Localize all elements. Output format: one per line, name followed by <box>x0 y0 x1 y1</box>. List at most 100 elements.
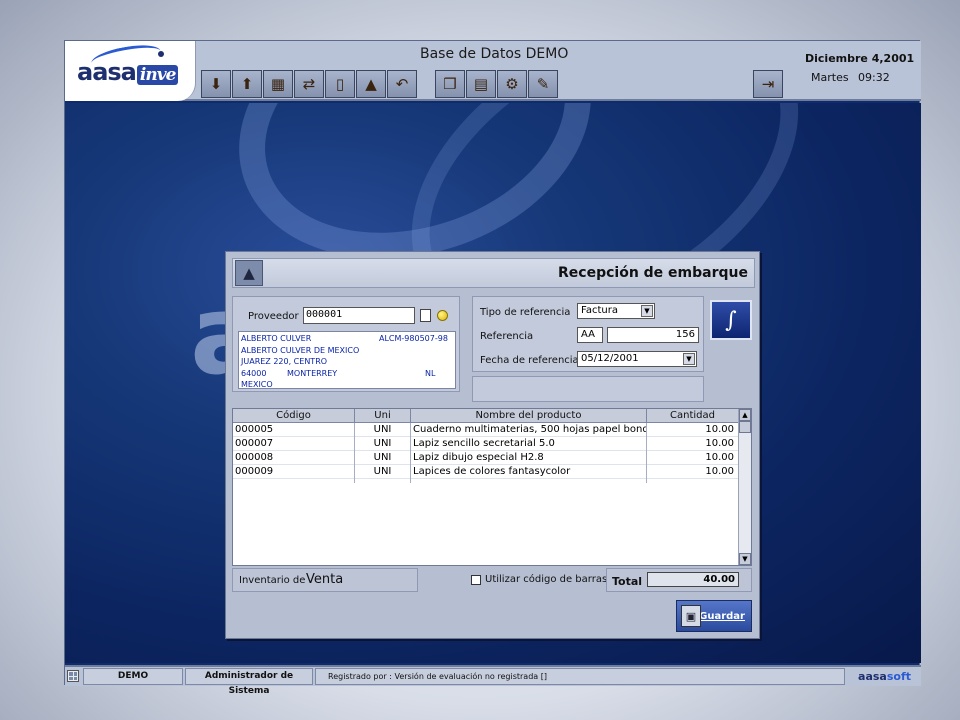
supplier-street: JUAREZ 220, CENTRO <box>241 357 328 367</box>
barcode-checkbox[interactable] <box>471 574 481 585</box>
reference-prefix-input[interactable]: AA <box>577 327 603 343</box>
save-button[interactable]: ▣ Guardar <box>676 600 752 632</box>
reference-date-picker[interactable]: 05/12/2001 ▼ <box>577 351 697 367</box>
cell-code[interactable]: 000007 <box>233 437 355 451</box>
total-box: Total 40.00 <box>606 568 752 592</box>
toolbar-button-pyramid[interactable]: ▲ <box>356 70 386 98</box>
cell-unit[interactable]: UNI <box>355 423 411 437</box>
cell-name[interactable]: Lapices de colores fantasycolor <box>411 465 647 479</box>
column-header-unit[interactable]: Uni <box>355 409 411 423</box>
toolbar: ⬇ ⬆ ▦ ⇄ ▯ ▲ ↶ ❒ ▤ ⚙ ✎ <box>201 70 558 98</box>
scroll-thumb[interactable] <box>739 421 751 433</box>
inventory-box: Inventario de Venta <box>232 568 418 592</box>
column-header-code[interactable]: Código <box>233 409 355 423</box>
reference-number-input[interactable]: 156 <box>607 327 699 343</box>
dialog-title: Recepción de embarque <box>558 265 748 281</box>
cell-code[interactable]: 000005 <box>233 423 355 437</box>
status-user: Administrador de Sistema <box>185 668 313 696</box>
grid-scrollbar[interactable]: ▲ ▼ <box>738 409 751 565</box>
reference-info-panel <box>472 376 704 402</box>
scroll-down-icon[interactable]: ▼ <box>739 553 751 565</box>
scroll-up-icon[interactable]: ▲ <box>739 409 751 421</box>
products-grid: Código Uni Nombre del producto Cantidad … <box>232 408 752 566</box>
cell-unit[interactable]: UNI <box>355 451 411 465</box>
column-header-quantity[interactable]: Cantidad <box>647 409 739 423</box>
current-date: Diciembre 4,2001 <box>805 52 915 65</box>
signature-button[interactable]: ∫ <box>710 300 752 340</box>
toolbar-button-catalog[interactable]: ▤ <box>466 70 496 98</box>
box-up-icon: ⬆ <box>240 75 254 93</box>
exit-button[interactable]: ⇥ <box>753 70 783 98</box>
barcode-option[interactable]: Utilizar código de barras <box>471 574 607 585</box>
supplier-label: Proveedor <box>248 311 299 322</box>
supplier-lookup-button[interactable] <box>420 309 431 322</box>
cell-quantity[interactable]: 10.00 <box>647 423 739 437</box>
current-time: 09:32 <box>858 71 890 84</box>
supplier-name: ALBERTO CULVER <box>241 334 312 343</box>
cell-quantity[interactable]: 10.00 <box>647 437 739 451</box>
logo-dot <box>158 51 164 57</box>
toolbar-button-document[interactable]: ▯ <box>325 70 355 98</box>
table-row[interactable]: 000007 UNI Lapiz sencillo secretarial 5.0 1… <box>233 437 739 451</box>
tools-icon: ✎ <box>536 75 550 93</box>
supplier-input[interactable]: 000001 <box>303 307 415 324</box>
books-icon: ❒ <box>443 75 457 93</box>
current-day: Martes <box>811 71 849 84</box>
supplier-rfc: ALCM-980507-98 <box>379 334 448 343</box>
toolbar-button-transfer[interactable]: ⇄ <box>294 70 324 98</box>
grid-header: Código Uni Nombre del producto Cantidad <box>233 409 739 423</box>
toolbar-button-boxes[interactable]: ▦ <box>263 70 293 98</box>
grid-menu-icon[interactable] <box>67 670 79 682</box>
supplier-city: MONTERREY <box>287 368 338 378</box>
toolbar-button-box-up[interactable]: ⬆ <box>232 70 262 98</box>
shipment-reception-dialog: ▲ Recepción de embarque Proveedor 000001… <box>225 251 760 639</box>
cell-unit[interactable]: UNI <box>355 465 411 479</box>
document-icon: ▯ <box>335 75 345 93</box>
table-row[interactable]: 000005 UNI Cuaderno multimaterias, 500 hoj… <box>233 423 739 437</box>
status-bar: DEMO Administrador de Sistema Registrado… <box>65 665 921 696</box>
reference-date-label: Fecha de referencia <box>480 355 579 366</box>
supplier-panel: Proveedor 000001 ALBERTO CULVER ALCM-9805… <box>232 296 460 392</box>
cell-code[interactable]: 000008 <box>233 451 355 465</box>
column-header-name[interactable]: Nombre del producto <box>411 409 647 423</box>
reference-date-value: 05/12/2001 <box>581 353 639 364</box>
dialog-header: ▲ Recepción de embarque <box>232 258 755 288</box>
pyramid-icon: ▲ <box>365 75 377 93</box>
toolbar-button-return[interactable]: ↶ <box>387 70 417 98</box>
logo-text: aasa inve <box>77 58 179 86</box>
toolbar-button-tools[interactable]: ✎ <box>528 70 558 98</box>
supplier-country: MEXICO <box>241 380 273 390</box>
save-label: Guardar <box>699 610 745 622</box>
brand-b: soft <box>886 670 911 683</box>
cell-code[interactable]: 000009 <box>233 465 355 479</box>
cell-name[interactable]: Lapiz sencillo secretarial 5.0 <box>411 437 647 451</box>
cell-name[interactable]: Lapiz dibujo especial H2.8 <box>411 451 647 465</box>
table-row[interactable]: 000008 UNI Lapiz dibujo especial H2.8 10.00 <box>233 451 739 465</box>
toolbar-button-box-down[interactable]: ⬇ <box>201 70 231 98</box>
reference-type-select[interactable]: Factura ▼ <box>577 303 655 319</box>
brand-logo: aasasoft <box>858 670 911 683</box>
cell-quantity[interactable]: 10.00 <box>647 465 739 479</box>
table-row[interactable]: 000009 UNI Lapices de colores fantasycolor… <box>233 465 739 479</box>
status-database: DEMO <box>83 668 183 685</box>
supplier-company: ALBERTO CULVER DE MEXICO <box>241 345 360 355</box>
top-bar: aasa inve Base de Datos DEMO ⬇ ⬆ ▦ ⇄ ▯ ▲ ↶ ❒ ▤ ⚙ ✎ … <box>65 41 921 101</box>
toolbar-button-books[interactable]: ❒ <box>435 70 465 98</box>
chevron-down-icon: ▼ <box>683 353 695 365</box>
barcode-label: Utilizar código de barras <box>485 574 608 585</box>
bulb-icon[interactable] <box>437 310 448 321</box>
box-down-icon: ⬇ <box>209 75 223 93</box>
reference-panel: Tipo de referencia Factura ▼ Referencia … <box>472 296 704 372</box>
logo-main: aasa <box>77 58 137 86</box>
database-title: Base de Datos DEMO <box>420 46 569 62</box>
reference-type-value: Factura <box>581 305 618 316</box>
save-box-icon: ▣ <box>681 605 701 627</box>
cell-quantity[interactable]: 10.00 <box>647 451 739 465</box>
inventory-value: Venta <box>306 572 344 587</box>
cell-name[interactable]: Cuaderno multimaterias, 500 hojas papel … <box>411 423 647 437</box>
return-icon: ↶ <box>395 75 409 93</box>
logo-sub: inve <box>136 65 179 85</box>
toolbar-button-gears[interactable]: ⚙ <box>497 70 527 98</box>
cell-unit[interactable]: UNI <box>355 437 411 451</box>
supplier-address: ALBERTO CULVER ALCM-980507-98 ALBERTO CUL… <box>238 331 456 389</box>
